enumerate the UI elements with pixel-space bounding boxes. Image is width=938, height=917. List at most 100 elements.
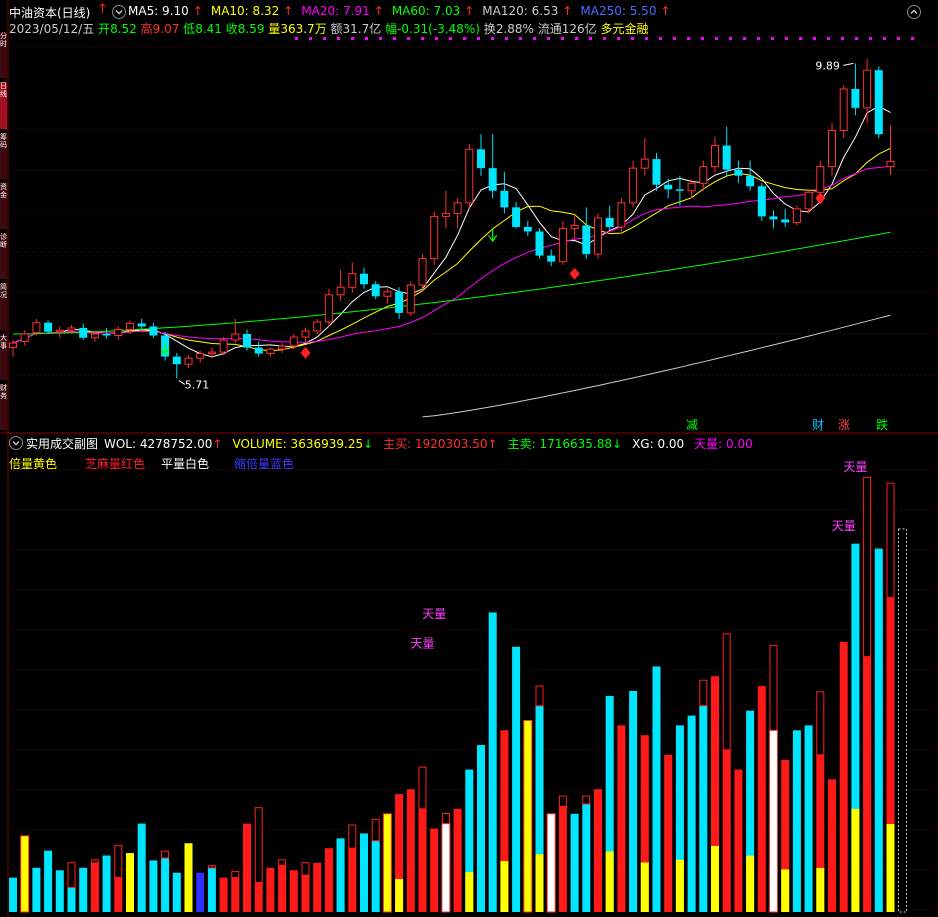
candle-body[interactable]: [32, 322, 41, 333]
volume-bar[interactable]: [32, 867, 41, 912]
candle-body[interactable]: [816, 166, 825, 193]
volume-bar[interactable]: [863, 656, 872, 912]
volume-bar[interactable]: [67, 887, 76, 912]
candle-body[interactable]: [558, 227, 567, 263]
candle-body[interactable]: [453, 202, 462, 214]
candle-body[interactable]: [640, 158, 649, 169]
candle-body[interactable]: [664, 184, 673, 190]
volume-bar[interactable]: [453, 808, 462, 912]
volume-bar[interactable]: [336, 838, 345, 912]
candle-body[interactable]: [196, 353, 205, 359]
volume-bar[interactable]: [839, 641, 848, 912]
volume-bar[interactable]: [44, 850, 53, 912]
volume-bar[interactable]: [348, 848, 357, 912]
candle-body[interactable]: [488, 168, 497, 191]
volume-bar[interactable]: [324, 848, 333, 912]
volume-bar[interactable]: [617, 725, 626, 912]
candle-body[interactable]: [582, 225, 591, 255]
candle-body[interactable]: [430, 215, 439, 260]
volume-bar[interactable]: [418, 808, 427, 912]
volume-bar[interactable]: [9, 877, 17, 912]
volume-bar[interactable]: [114, 877, 123, 912]
candle-body[interactable]: [781, 219, 790, 223]
volume-bar[interactable]: [79, 867, 88, 912]
volume-bar[interactable]: [558, 806, 567, 912]
candle-body[interactable]: [67, 327, 76, 331]
volume-bar[interactable]: [266, 867, 275, 912]
volume-bar[interactable]: [699, 705, 708, 912]
candle-body[interactable]: [863, 69, 872, 109]
candle-body[interactable]: [266, 348, 275, 355]
candle-body[interactable]: [324, 294, 333, 323]
volume-bar[interactable]: [582, 803, 591, 912]
candle-body[interactable]: [301, 330, 310, 338]
candle-body[interactable]: [523, 226, 532, 232]
volume-bar[interactable]: [874, 548, 883, 912]
volume-bar[interactable]: [172, 872, 181, 912]
candle-body[interactable]: [570, 224, 579, 229]
candle-body[interactable]: [348, 273, 357, 288]
candle-body[interactable]: [512, 207, 521, 227]
candle-body[interactable]: [219, 339, 228, 353]
volume-bar[interactable]: [360, 833, 368, 912]
volume-bar[interactable]: [547, 813, 556, 912]
candle-body[interactable]: [687, 182, 696, 192]
candle-body[interactable]: [395, 291, 404, 313]
candle-body[interactable]: [886, 160, 895, 168]
event-marker-2[interactable]: 涨: [838, 417, 850, 432]
candle-body[interactable]: [535, 231, 544, 256]
candle-body[interactable]: [102, 334, 111, 336]
candle-body[interactable]: [207, 351, 216, 355]
volume-bar[interactable]: [278, 865, 287, 912]
event-marker-0[interactable]: 减: [686, 418, 698, 432]
volume-bar[interactable]: [430, 828, 439, 912]
candle-body[interactable]: [418, 258, 427, 286]
volume-bar[interactable]: [523, 720, 532, 912]
volume-bar[interactable]: [792, 730, 801, 912]
candle-body[interactable]: [114, 328, 123, 337]
volume-bar[interactable]: [570, 813, 579, 912]
candle-body[interactable]: [769, 216, 778, 220]
candle-body[interactable]: [243, 334, 251, 348]
volume-bar[interactable]: [477, 745, 485, 912]
volume-bar[interactable]: [664, 754, 673, 912]
candle-body[interactable]: [617, 202, 626, 228]
candle-body[interactable]: [734, 169, 743, 176]
volume-bar[interactable]: [20, 835, 29, 912]
candle-body[interactable]: [675, 189, 684, 191]
candle-body[interactable]: [231, 333, 240, 341]
candle-body[interactable]: [44, 322, 53, 332]
event-marker-3[interactable]: 跌: [876, 417, 888, 432]
volume-bar[interactable]: [594, 789, 602, 912]
candle-body[interactable]: [605, 217, 614, 227]
volume-bar[interactable]: [254, 882, 263, 912]
volume-bar[interactable]: [219, 877, 228, 912]
candle-body[interactable]: [149, 326, 158, 336]
volume-bar[interactable]: [441, 823, 450, 912]
candle-body[interactable]: [804, 191, 813, 210]
candle-body[interactable]: [371, 284, 380, 297]
candle-body[interactable]: [594, 217, 602, 255]
candle-body[interactable]: [547, 255, 556, 262]
volume-bar[interactable]: [371, 840, 380, 912]
candle-body[interactable]: [289, 336, 298, 347]
candle-body[interactable]: [839, 88, 848, 131]
candle-body[interactable]: [629, 167, 638, 204]
volume-bar[interactable]: [828, 779, 836, 912]
candle-body[interactable]: [336, 286, 345, 296]
volume-bar[interactable]: [184, 843, 193, 912]
volume-bar[interactable]: [149, 860, 158, 912]
volume-bar[interactable]: [90, 862, 99, 912]
volume-bar[interactable]: [102, 855, 111, 912]
volume-bar[interactable]: [301, 875, 310, 912]
candle-body[interactable]: [441, 212, 450, 217]
candle-body[interactable]: [360, 273, 368, 285]
candle-body[interactable]: [278, 345, 287, 350]
candle-body[interactable]: [477, 149, 485, 169]
volume-bar[interactable]: [55, 870, 64, 912]
candle-body[interactable]: [254, 347, 263, 354]
candle-body[interactable]: [126, 322, 134, 330]
candle-body[interactable]: [55, 329, 64, 333]
sub-panel-menu-icon[interactable]: [9, 436, 23, 450]
candle-body[interactable]: [500, 190, 509, 208]
